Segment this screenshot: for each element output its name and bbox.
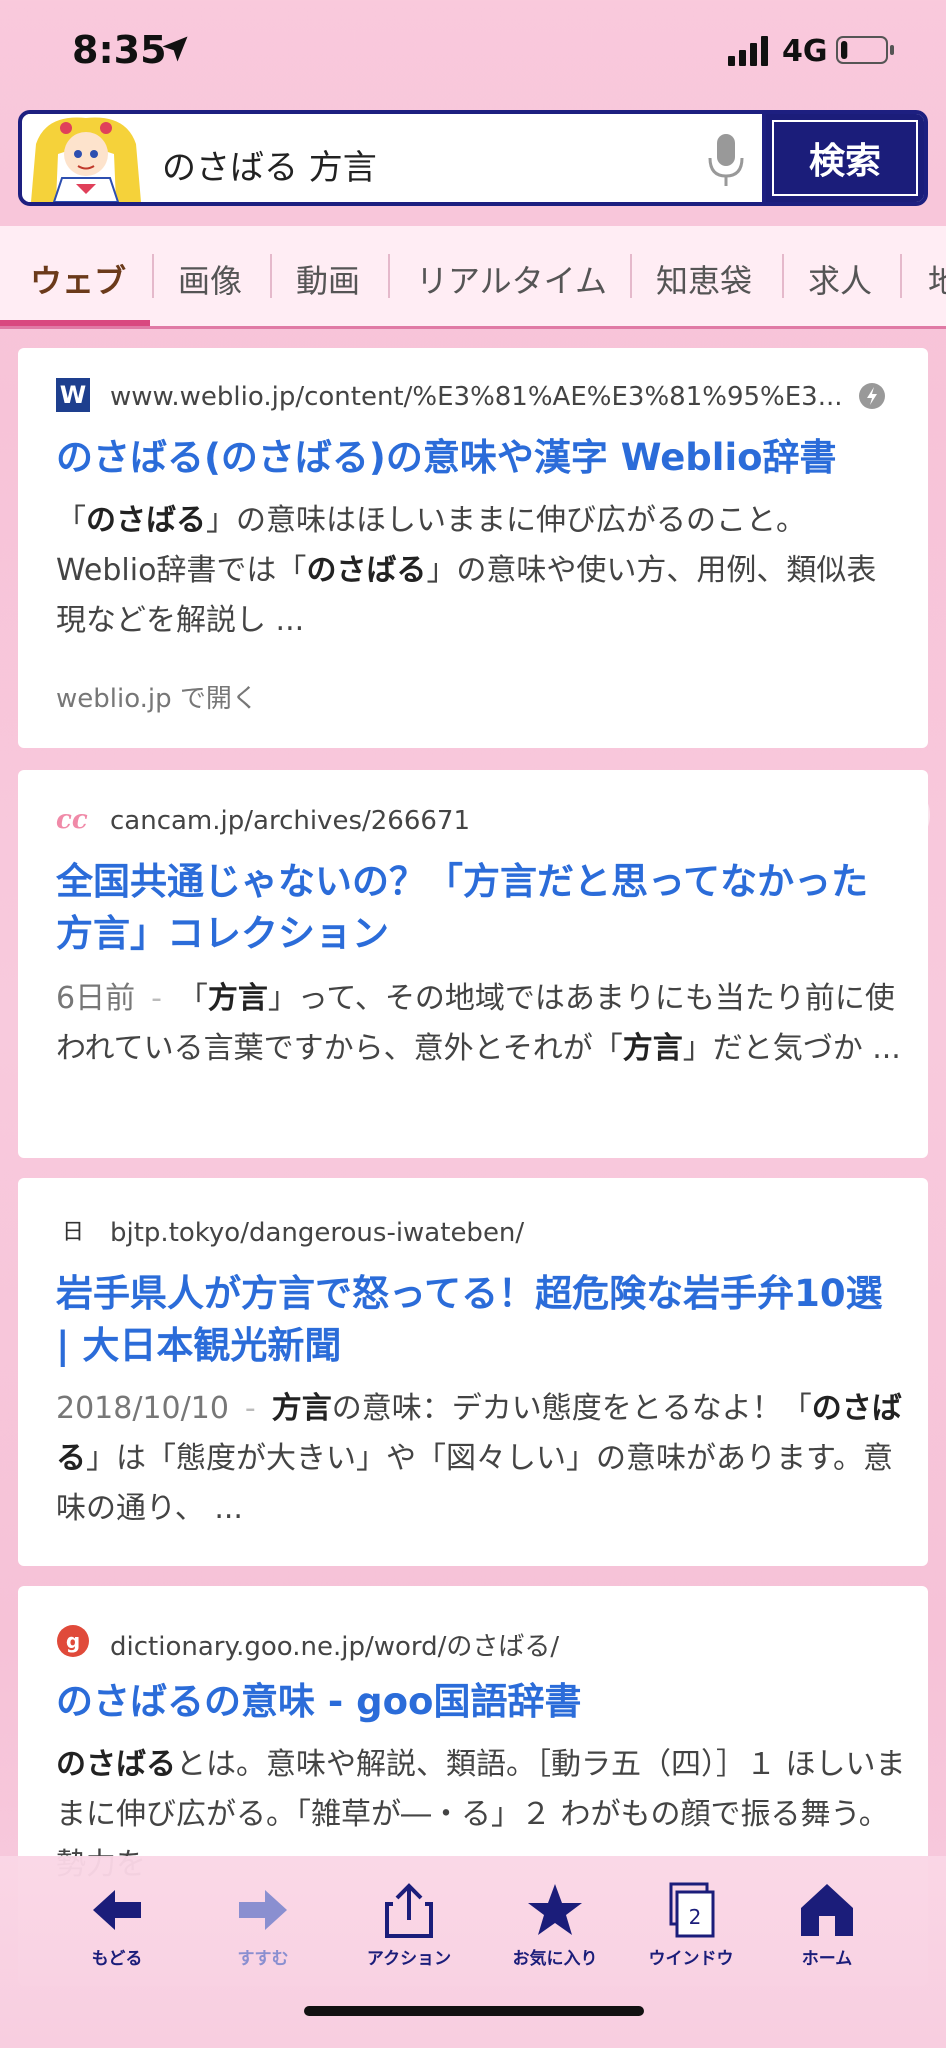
sailor-moon-avatar-icon bbox=[26, 114, 146, 202]
result-url: www.weblio.jp/content/%E3%81%AE%E3%81%95… bbox=[110, 382, 843, 412]
date-separator: - bbox=[244, 1391, 256, 1426]
forward-button[interactable]: すすむ bbox=[208, 1882, 318, 1969]
result-url: bjtp.tokyo/dangerous-iwateben/ bbox=[110, 1218, 525, 1248]
date-separator: - bbox=[151, 981, 162, 1016]
tab-map[interactable]: 地 bbox=[928, 256, 946, 302]
result-title-link[interactable]: 岩手県人が方言で怒ってる！超危険な岩手弁10選 | 大日本観光新聞 bbox=[56, 1268, 896, 1372]
search-type-tabs: ウェブ 画像 動画 リアルタイム 知恵袋 求人 地 bbox=[0, 226, 946, 329]
windows-icon: 2 bbox=[669, 1882, 715, 1938]
share-icon bbox=[385, 1883, 433, 1938]
back-label: もどる bbox=[91, 1949, 143, 1969]
action-button[interactable]: アクション bbox=[354, 1882, 464, 1969]
tab-divider bbox=[900, 254, 902, 298]
forward-arrow-icon bbox=[239, 1890, 287, 1930]
result-title-link[interactable]: 全国共通じゃないの？「方言だと思ってなかった方言」コレクション bbox=[56, 856, 896, 960]
open-in-site-link[interactable]: weblio.jp で開く bbox=[56, 678, 258, 715]
location-arrow-icon bbox=[162, 36, 188, 62]
tab-chiebukuro[interactable]: 知恵袋 bbox=[656, 256, 752, 302]
bottom-toolbar: もどる すすむ アクション お気に入り 2 ウインドウ ホーム bbox=[0, 1856, 946, 2048]
tab-divider bbox=[270, 254, 272, 298]
tab-divider bbox=[388, 254, 390, 298]
back-arrow-icon bbox=[93, 1890, 141, 1930]
status-time: 8:35 bbox=[72, 28, 167, 72]
back-button[interactable]: もどる bbox=[62, 1882, 172, 1969]
goo-favicon-icon: g bbox=[57, 1625, 89, 1657]
action-label: アクション bbox=[366, 1949, 452, 1969]
status-bar: 8:35 4G bbox=[0, 0, 946, 100]
weblio-favicon-icon: W bbox=[56, 378, 90, 412]
tab-images[interactable]: 画像 bbox=[178, 256, 242, 302]
amp-lightning-icon bbox=[859, 383, 885, 409]
search-bar: のさばる 方言 検索 bbox=[18, 110, 928, 206]
search-result-card: cc cancam.jp/archives/266671 全国共通じゃないの？「… bbox=[18, 770, 928, 1158]
result-snippet-text: 「方言」って、その地域ではあまりにも当たり前に使われている言葉ですから、意外とそ… bbox=[56, 981, 901, 1066]
cellular-signal-icon bbox=[728, 36, 768, 66]
search-result-card: W www.weblio.jp/content/%E3%81%AE%E3%81%… bbox=[18, 348, 928, 748]
result-url: dictionary.goo.ne.jp/word/のさばる/ bbox=[110, 1632, 560, 1662]
window-button[interactable]: 2 ウインドウ bbox=[636, 1882, 746, 1969]
tab-realtime[interactable]: リアルタイム bbox=[416, 256, 607, 302]
cancam-favicon-text: cc bbox=[56, 805, 88, 835]
tab-videos[interactable]: 動画 bbox=[296, 256, 360, 302]
home-button[interactable]: ホーム bbox=[772, 1882, 882, 1969]
window-label: ウインドウ bbox=[648, 1949, 734, 1969]
search-button-label: 検索 bbox=[808, 141, 881, 182]
microphone-icon[interactable] bbox=[704, 132, 748, 188]
network-type: 4G bbox=[782, 34, 828, 69]
result-url: cancam.jp/archives/266671 bbox=[110, 806, 471, 836]
tab-jobs[interactable]: 求人 bbox=[808, 256, 872, 302]
star-icon bbox=[528, 1884, 582, 1935]
favorites-button[interactable]: お気に入り bbox=[500, 1882, 610, 1969]
active-tab-indicator bbox=[0, 320, 150, 326]
favorites-label: お気に入り bbox=[512, 1949, 598, 1969]
tab-web[interactable]: ウェブ bbox=[30, 256, 126, 302]
result-snippet: 2018/10/10- 方言の意味：デカい態度をとるなよ！「のさばる」は「態度が大… bbox=[56, 1384, 906, 1534]
forward-label: すすむ bbox=[237, 1949, 289, 1969]
home-label: ホーム bbox=[801, 1949, 853, 1969]
search-result-card: 日 bjtp.tokyo/dangerous-iwateben/ 岩手県人が方言… bbox=[18, 1178, 928, 1566]
search-input[interactable]: のさばる 方言 bbox=[162, 140, 377, 189]
result-title-link[interactable]: のさばる(のさばる)の意味や漢字 Weblio辞書 bbox=[56, 432, 896, 484]
result-snippet: 「のさばる」の意味はほしいままに伸び広がるのこと。Weblio辞書では「のさばる… bbox=[56, 503, 877, 638]
home-indicator[interactable] bbox=[304, 2006, 644, 2016]
result-date: 6日前 bbox=[56, 981, 136, 1016]
result-snippet: 6日前 - 「方言」って、その地域ではあまりにも当たり前に使われている言葉ですから、… bbox=[56, 974, 906, 1074]
tab-divider bbox=[782, 254, 784, 298]
result-title-link[interactable]: のさばるの意味 - goo国語辞書 bbox=[56, 1676, 896, 1728]
cancam-favicon-icon: cc bbox=[56, 805, 88, 835]
tab-divider bbox=[630, 254, 632, 298]
search-button[interactable]: 検索 bbox=[762, 114, 924, 202]
result-date: 2018/10/10 bbox=[56, 1391, 229, 1426]
bjtp-favicon-icon: 日 bbox=[61, 1220, 84, 1245]
tab-divider bbox=[152, 254, 154, 298]
window-count: 2 bbox=[689, 1905, 702, 1929]
home-icon bbox=[801, 1884, 853, 1936]
goo-favicon-text: g bbox=[66, 1629, 80, 1653]
battery-icon bbox=[836, 36, 894, 64]
